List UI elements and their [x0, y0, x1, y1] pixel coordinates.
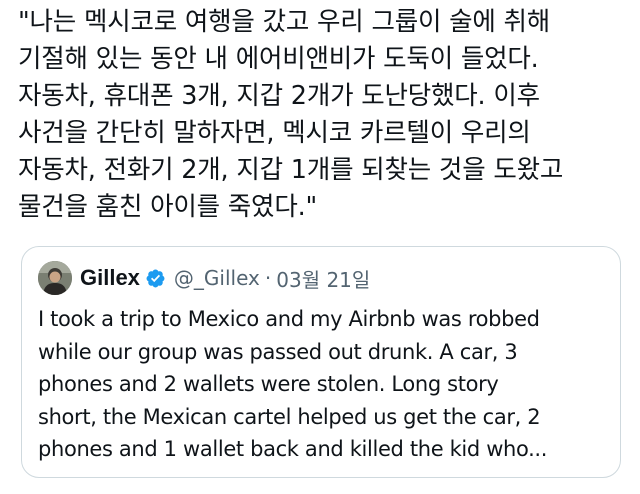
quoted-tweet-text: I took a trip to Mexico and my Airbnb wa…	[38, 307, 548, 461]
separator-dot: ·	[264, 266, 272, 290]
verified-badge-icon	[145, 268, 166, 289]
tweet-text: "나는 멕시코로 여행을 갔고 우리 그룹이 술에 취해 기절해 있는 동안 내…	[18, 7, 564, 222]
avatar[interactable]	[38, 261, 72, 295]
timestamp[interactable]: 03월 21일	[276, 264, 370, 293]
display-name[interactable]: Gillex	[80, 265, 140, 291]
quoted-tweet-card[interactable]: Gillex @_Gillex · 03월 21일 I took a trip …	[21, 246, 621, 478]
handle[interactable]: @_Gillex	[174, 266, 260, 290]
quoted-tweet-header: Gillex @_Gillex · 03월 21일	[38, 261, 370, 295]
